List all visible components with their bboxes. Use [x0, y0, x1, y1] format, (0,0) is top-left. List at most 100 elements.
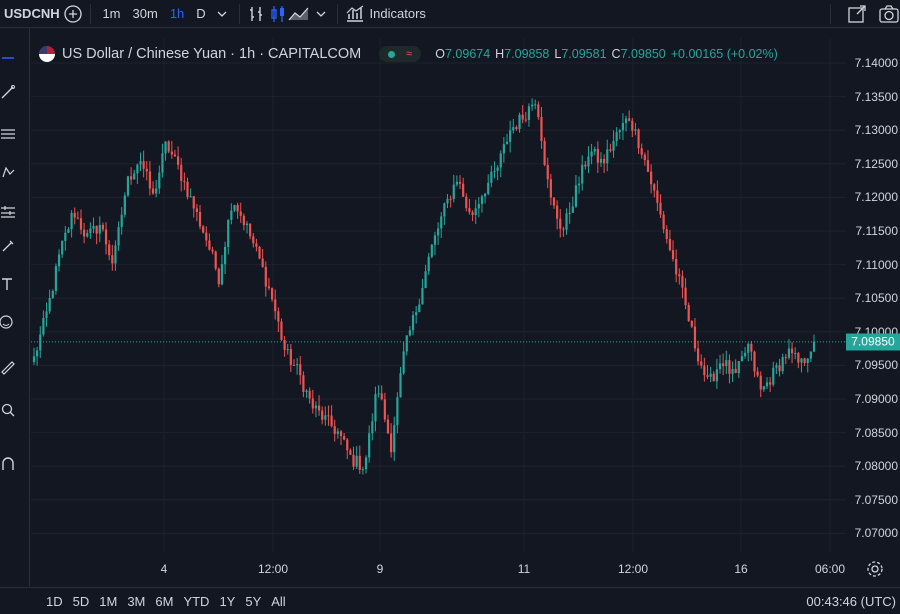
candle-body — [183, 180, 186, 182]
candle-body — [740, 356, 744, 362]
candle-body — [653, 184, 656, 191]
candle-body — [765, 382, 769, 387]
range-all[interactable]: All — [266, 594, 290, 609]
candle-body — [565, 213, 568, 230]
candle-body — [233, 204, 236, 211]
candle-body — [722, 363, 725, 367]
range-ytd[interactable]: YTD — [178, 594, 214, 609]
candle-body — [418, 304, 421, 313]
candle-body — [261, 258, 264, 267]
candle-body — [509, 130, 512, 142]
candle-body — [92, 225, 95, 229]
candle-body — [283, 339, 286, 350]
candle-body — [659, 202, 662, 215]
candle-body — [709, 373, 712, 377]
candle-body — [117, 227, 120, 246]
candle-body — [612, 140, 615, 151]
candle-body — [252, 236, 255, 244]
candle-body — [587, 156, 590, 167]
price-axis[interactable]: 7.14000 7.13500 7.13000 7.12500 7.12000 7.115… — [846, 28, 900, 586]
candle-body — [333, 426, 336, 434]
us-flag-icon — [39, 46, 55, 62]
candle-body — [176, 156, 180, 165]
close-value: 7.09850 — [620, 47, 666, 61]
candle-body — [665, 229, 668, 239]
price-tick-label: 7.13000 — [854, 123, 898, 138]
candle-body — [518, 114, 521, 129]
range-1m[interactable]: 1M — [94, 594, 122, 609]
candle-body — [339, 431, 343, 436]
candle-body — [314, 405, 318, 409]
candle-body — [346, 439, 349, 451]
candle-body — [202, 226, 205, 233]
candle-body — [703, 365, 706, 376]
candle-body — [148, 171, 152, 189]
price-tick-label: 7.11500 — [855, 224, 899, 238]
candle-body — [781, 357, 784, 372]
candle-body — [411, 315, 415, 331]
range-1d[interactable]: 1D — [41, 594, 68, 609]
candle-body — [227, 219, 230, 247]
candle-body — [527, 106, 531, 120]
candle-body — [39, 334, 42, 351]
candle-body — [220, 264, 224, 285]
candle-body — [809, 351, 812, 359]
range-1y[interactable]: 1Y — [214, 594, 240, 609]
candle-body — [803, 358, 806, 364]
candle-body — [255, 243, 258, 247]
candle-body — [436, 228, 440, 236]
candle-body — [136, 164, 139, 174]
range-3m[interactable]: 3M — [122, 594, 150, 609]
market-status-pill[interactable]: ≈ — [379, 46, 422, 62]
candle-body — [646, 160, 650, 172]
last-price-label: 7.09850 — [846, 333, 900, 351]
price-chart[interactable] — [0, 0, 900, 614]
candle-body — [505, 141, 509, 145]
candle-body — [762, 386, 765, 390]
candle-body — [634, 129, 637, 131]
candle-body — [230, 210, 233, 220]
chart-settings-icon[interactable] — [866, 560, 884, 578]
candle-body — [534, 104, 537, 106]
candle-body — [606, 149, 609, 164]
candle-body — [759, 375, 762, 390]
series-title[interactable]: US Dollar / Chinese Yuan · 1h · CAPITALC… — [62, 46, 361, 62]
time-axis[interactable]: 4 12:00 9 11 12:00 16 06:00 — [31, 552, 846, 586]
price-tick-label: 7.09500 — [854, 358, 898, 373]
range-5d[interactable]: 5D — [68, 594, 95, 609]
candle-body — [180, 164, 183, 181]
price-tick-label: 7.08000 — [854, 459, 898, 474]
candle-body — [173, 154, 177, 157]
candle-body — [574, 185, 578, 207]
candle-body — [198, 211, 202, 227]
candle-body — [581, 164, 584, 184]
candle-body — [483, 193, 487, 197]
candle-body — [236, 204, 239, 212]
candle-body — [712, 373, 715, 382]
candle-body — [123, 195, 126, 215]
candle-body — [794, 353, 797, 355]
utc-clock[interactable]: 00:43:46 (UTC) — [806, 594, 896, 609]
candle-body — [277, 311, 280, 322]
candle-body — [671, 250, 675, 259]
candle-body — [355, 455, 358, 467]
candle-body — [556, 205, 559, 219]
time-tick-label: 4 — [160, 562, 168, 576]
candle-body — [189, 196, 192, 198]
range-6m[interactable]: 6M — [150, 594, 178, 609]
candle-body — [421, 288, 424, 305]
candle-body — [101, 225, 105, 230]
ohlc-values: O7.09674 H7.09858 L7.09581 C7.09850 +0.0… — [435, 47, 778, 61]
market-open-dot-icon — [388, 50, 396, 58]
range-5y[interactable]: 5Y — [240, 594, 266, 609]
candle-body — [358, 455, 361, 470]
candle-body — [130, 176, 133, 180]
candle-body — [32, 356, 36, 363]
candle-body — [170, 151, 173, 155]
candle-body — [737, 361, 740, 374]
candle-body — [73, 212, 76, 218]
candle-body — [615, 132, 618, 141]
candle-body — [36, 350, 39, 357]
candle-body — [120, 214, 123, 228]
price-tick-label: 7.13500 — [854, 89, 898, 104]
